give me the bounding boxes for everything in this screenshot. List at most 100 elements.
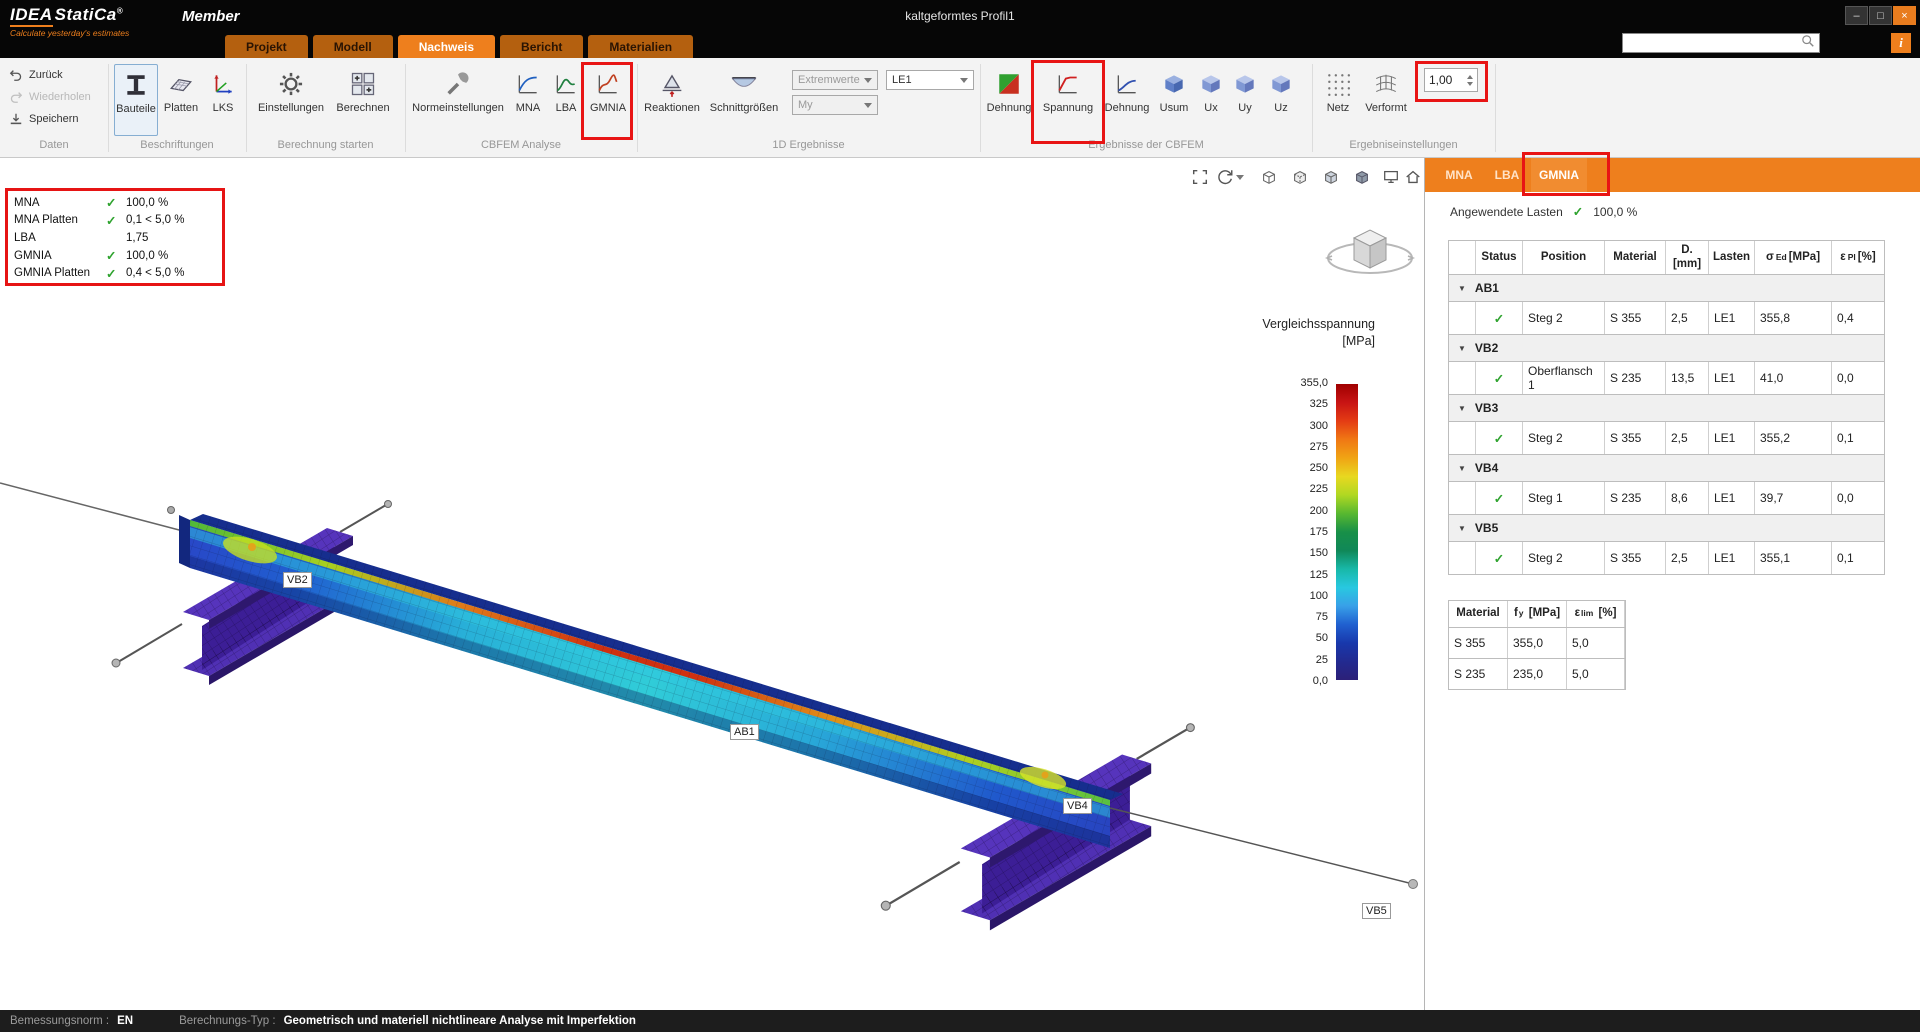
group-label-ergebniseinstellungen: Ergebniseinstellungen [1312,139,1495,154]
mesh-cube-icon [1265,67,1297,101]
lastfall-dropdown[interactable]: LE1 [886,70,974,90]
dehnung-button[interactable]: Dehnung [1102,64,1152,136]
fullscreen-icon[interactable] [1189,166,1211,188]
member-label-vb2[interactable]: VB2 [283,572,312,588]
table-row[interactable]: ✓ Oberflansch 1 S 235 13,5 LE1 41,0 0,0 [1449,362,1884,395]
analysis-type-value: Geometrisch und materiell nichtlineare A… [284,1015,636,1027]
scale-input[interactable]: 1,00 [1424,68,1478,92]
table-row[interactable]: S 355 355,0 5,0 [1449,628,1625,659]
group-row-vb2[interactable]: ▼VB2 [1449,335,1884,362]
colorbar-gradient [1336,384,1358,680]
group-row-ab1[interactable]: ▼AB1 [1449,275,1884,302]
results-tab-lba[interactable]: LBA [1483,158,1531,192]
ux-button[interactable]: Ux [1196,64,1226,136]
check-icon: ✓ [1573,204,1583,219]
table-row[interactable]: S 235 235,0 5,0 [1449,659,1625,690]
summary-row: MNA ✓ 100,0 % [14,194,216,212]
close-button[interactable]: × [1893,6,1916,25]
mesh-cube-icon [1158,67,1190,101]
mesh-dots-icon [1322,67,1354,101]
orbit-icon[interactable] [1214,166,1236,188]
member-label-vb4[interactable]: VB4 [1063,798,1092,814]
lba-curve-icon [550,67,582,101]
netz-button[interactable]: Netz [1318,64,1358,136]
komponente-dropdown[interactable]: My [792,95,878,115]
home-icon[interactable] [1402,166,1424,188]
table-row[interactable]: ✓ Steg 2 S 355 2,5 LE1 355,8 0,4 [1449,302,1884,335]
group-row-vb3[interactable]: ▼VB3 [1449,395,1884,422]
table-row[interactable]: ✓ Steg 2 S 355 2,5 LE1 355,1 0,1 [1449,542,1884,575]
usum-button[interactable]: Usum [1154,64,1194,136]
lba-button[interactable]: LBA [548,64,584,136]
uy-button[interactable]: Uy [1228,64,1262,136]
wireframe-cube-icon[interactable] [1258,166,1280,188]
uz-button[interactable]: Uz [1264,64,1298,136]
strain-legend-icon [993,67,1025,101]
search-box[interactable] [1622,33,1820,53]
einstellungen-button[interactable]: Einstellungen [254,64,328,136]
member-label-vb5[interactable]: VB5 [1362,903,1391,919]
check-icon: ✓ [1494,311,1504,326]
schnittgroessen-button[interactable]: Schnittgrößen [704,64,784,136]
wrench-icon [442,67,474,101]
tab-nachweis[interactable]: Nachweis [398,35,495,58]
undo-icon [8,67,23,82]
tab-materialien[interactable]: Materialien [588,35,693,58]
design-code-label: Bemessungsnorm : [10,1015,109,1027]
dehnung-farb-button[interactable]: Dehnung [984,64,1034,136]
gmnia-button[interactable]: GMNIA [586,64,630,136]
verformt-button[interactable]: Verformt [1360,64,1412,136]
expand-triangle-icon[interactable]: ▼ [1458,524,1466,533]
group-row-vb5[interactable]: ▼VB5 [1449,515,1884,542]
support-icon [656,67,688,101]
solid-cube-icon[interactable] [1351,166,1373,188]
table-header-row: Status Position Material D.[mm] Lasten σ… [1449,241,1884,275]
group-label-cbfem-ergebnisse: Ergebnisse der CBFEM [980,139,1312,154]
search-input[interactable] [1627,37,1801,49]
summary-row: GMNIA ✓ 100,0 % [14,247,216,265]
axes-icon [207,67,239,101]
expand-triangle-icon[interactable]: ▼ [1458,464,1466,473]
group-separator [1495,64,1496,152]
3d-viewport[interactable]: MNA ✓ 100,0 % MNA Platten ✓ 0,1 < 5,0 % … [0,158,1424,1010]
close-icon: × [1901,10,1907,22]
maximize-button[interactable]: □ [1869,6,1892,25]
plate-icon [165,67,197,101]
chevron-down-icon[interactable] [1234,166,1246,188]
reaktionen-button[interactable]: Reaktionen [643,64,701,136]
check-icon: ✓ [1494,491,1504,506]
hidden-lines-cube-icon[interactable] [1289,166,1311,188]
normeinstellungen-button[interactable]: Normeinstellungen [410,64,506,136]
results-tab-mna[interactable]: MNA [1435,158,1483,192]
extremwerte-dropdown[interactable]: Extremwerte [792,70,878,90]
group-row-vb4[interactable]: ▼VB4 [1449,455,1884,482]
minimize-button[interactable]: – [1845,6,1868,25]
undo-button[interactable]: Zurück [8,65,63,84]
display-icon[interactable] [1380,166,1402,188]
tab-bericht[interactable]: Bericht [500,35,583,58]
table-row[interactable]: ✓ Steg 1 S 235 8,6 LE1 39,7 0,0 [1449,482,1884,515]
table-row[interactable]: ✓ Steg 2 S 355 2,5 LE1 355,2 0,1 [1449,422,1884,455]
spinner-arrows[interactable] [1467,75,1473,86]
platten-button[interactable]: Platten [160,64,202,136]
tab-projekt[interactable]: Projekt [225,35,308,58]
expand-triangle-icon[interactable]: ▼ [1458,404,1466,413]
mna-button[interactable]: MNA [510,64,546,136]
berechnen-button[interactable]: Berechnen [330,64,396,136]
expand-triangle-icon[interactable]: ▼ [1458,284,1466,293]
member-label-ab1[interactable]: AB1 [730,724,759,740]
expand-triangle-icon[interactable]: ▼ [1458,344,1466,353]
colorbar-title: Vergleichsspannung [MPa] [1200,316,1375,350]
lks-button[interactable]: LKS [204,64,242,136]
bauteile-button[interactable]: Bauteile [114,64,158,136]
material-header-row: Material fy [MPa] εlim [%] [1449,601,1625,628]
info-button[interactable]: i [1891,33,1911,53]
save-button[interactable]: Speichern [8,109,79,128]
navigation-cube[interactable] [1322,216,1418,299]
results-tab-gmnia[interactable]: GMNIA [1531,158,1587,192]
tab-modell[interactable]: Modell [313,35,393,58]
redo-button[interactable]: Wiederholen [8,87,91,106]
spannung-button[interactable]: Spannung [1036,64,1100,136]
analysis-summary-overlay: MNA ✓ 100,0 % MNA Platten ✓ 0,1 < 5,0 % … [5,188,225,286]
shaded-cube-icon[interactable] [1320,166,1342,188]
